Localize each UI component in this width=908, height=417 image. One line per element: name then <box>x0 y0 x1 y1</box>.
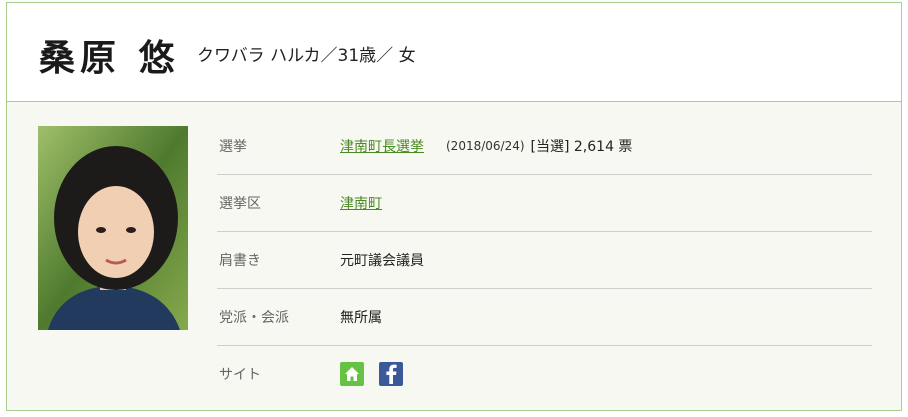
facebook-glyph <box>386 364 397 384</box>
party-label: 党派・会派 <box>219 310 289 326</box>
row-site: サイト <box>217 346 872 402</box>
home-icon[interactable] <box>340 362 364 386</box>
election-value: 津南町長選挙 (2018/06/24) [当選] 2,614 票 <box>340 136 632 156</box>
candidate-name: 桑原 悠 <box>39 38 180 79</box>
district-value: 津南町 <box>340 193 382 213</box>
candidate-meta: クワバラ ハルカ／31歳／ 女 <box>197 46 416 66</box>
profile-card: 桑原 悠 クワバラ ハルカ／31歳／ 女 選挙 津南町長選挙 (2018/06/… <box>6 2 902 411</box>
candidate-photo <box>38 126 188 330</box>
site-label: サイト <box>219 367 261 383</box>
title-value: 元町議会議員 <box>340 253 424 269</box>
portrait-image <box>38 126 188 330</box>
home-glyph <box>345 367 359 381</box>
district-label: 選挙区 <box>219 196 261 212</box>
title-label: 肩書き <box>219 253 261 269</box>
facebook-icon[interactable] <box>379 362 403 386</box>
election-date: (2018/06/24) <box>446 139 525 153</box>
site-links <box>340 362 418 386</box>
details-table: 選挙 津南町長選挙 (2018/06/24) [当選] 2,614 票 選挙区 … <box>217 118 872 402</box>
profile-header: 桑原 悠 クワバラ ハルカ／31歳／ 女 <box>7 3 901 102</box>
row-district: 選挙区 津南町 <box>217 175 872 232</box>
election-result: [当選] 2,614 票 <box>530 139 633 155</box>
row-title: 肩書き 元町議会議員 <box>217 232 872 289</box>
district-link[interactable]: 津南町 <box>340 193 382 213</box>
row-party: 党派・会派 無所属 <box>217 289 872 346</box>
election-link[interactable]: 津南町長選挙 <box>340 136 424 156</box>
row-election: 選挙 津南町長選挙 (2018/06/24) [当選] 2,614 票 <box>217 118 872 175</box>
election-label: 選挙 <box>219 139 247 155</box>
party-value: 無所属 <box>340 310 382 326</box>
